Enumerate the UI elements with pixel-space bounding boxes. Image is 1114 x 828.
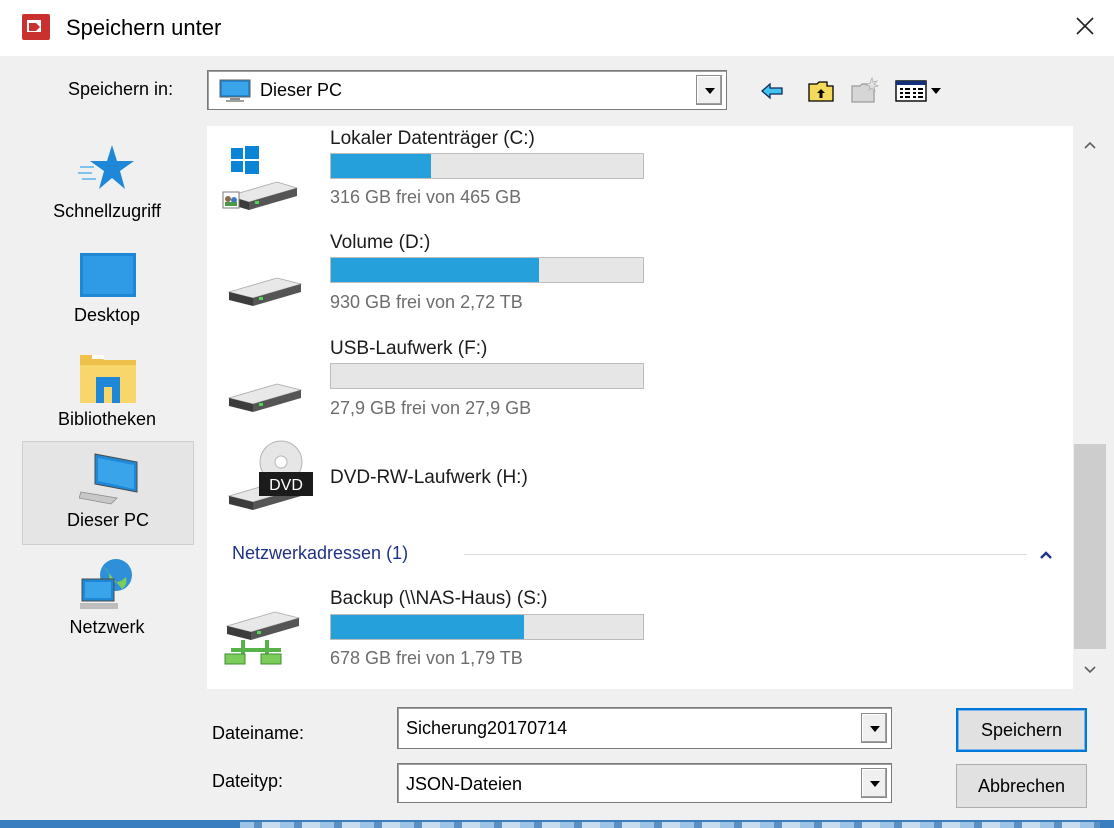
place-libraries[interactable]: Bibliotheken xyxy=(22,341,194,445)
lookin-dropdown-button[interactable] xyxy=(696,75,722,105)
drive-usage-bar xyxy=(330,257,644,283)
chevron-down-icon xyxy=(870,781,880,787)
system-drive-icon xyxy=(222,146,299,210)
place-label: Dieser PC xyxy=(66,510,150,530)
place-desktop[interactable]: Desktop xyxy=(22,237,194,341)
up-folder-icon[interactable] xyxy=(807,79,835,103)
back-arrow-icon[interactable] xyxy=(760,82,784,100)
place-quick-access[interactable]: Schnellzugriff xyxy=(22,133,194,237)
window-title: Speichern unter xyxy=(66,15,222,40)
drive-item-h[interactable]: DVD DVD-RW-Laufwerk (H:) xyxy=(207,438,1073,524)
filetype-select[interactable]: JSON-Dateien xyxy=(397,763,892,803)
file-list[interactable]: Lokaler Datenträger (C:) 316 GB frei von… xyxy=(207,126,1073,689)
computer-icon xyxy=(79,453,138,505)
star-icon xyxy=(78,145,134,189)
drive-usage-fill xyxy=(331,615,525,639)
place-label: Bibliotheken xyxy=(57,409,157,429)
drive-name: Lokaler Datenträger (C:) xyxy=(330,128,535,149)
network-icon xyxy=(80,559,132,609)
drive-free-space: 930 GB frei von 2,72 TB xyxy=(330,292,523,312)
save-button[interactable]: Speichern xyxy=(956,708,1087,752)
close-button[interactable] xyxy=(1062,6,1108,46)
chevron-down-icon xyxy=(705,88,715,94)
library-icon xyxy=(80,355,136,403)
place-label: Netzwerk xyxy=(69,617,145,637)
scroll-down-button[interactable] xyxy=(1073,651,1107,689)
chevron-down-icon xyxy=(870,726,880,732)
chevron-up-icon xyxy=(1084,141,1096,149)
place-label: Desktop xyxy=(73,305,141,325)
drive-usage-fill xyxy=(331,154,431,178)
drive-item-c[interactable]: Lokaler Datenträger (C:) 316 GB frei von… xyxy=(207,126,1073,226)
filename-label: Dateiname: xyxy=(212,723,305,743)
place-this-pc[interactable]: Dieser PC xyxy=(22,441,194,545)
chevron-down-icon xyxy=(1084,666,1096,674)
group-divider xyxy=(464,554,1027,555)
usb-drive-icon xyxy=(227,383,303,412)
drive-free-space: 316 GB frei von 465 GB xyxy=(330,187,522,207)
lookin-label: Speichern in: xyxy=(68,79,174,99)
drive-free-space: 678 GB frei von 1,79 TB xyxy=(330,648,523,668)
vertical-scrollbar[interactable] xyxy=(1073,126,1107,689)
background-window-edge-detail xyxy=(240,822,1100,828)
cancel-button[interactable]: Abbrechen xyxy=(956,764,1087,808)
filetype-value: JSON-Dateien xyxy=(406,774,523,794)
filename-dropdown-button[interactable] xyxy=(861,713,887,743)
drive-usage-bar xyxy=(330,614,644,640)
drive-item-f[interactable]: USB-Laufwerk (F:) 27,9 GB frei von 27,9 … xyxy=(207,332,1073,438)
hard-drive-icon xyxy=(227,277,303,306)
drive-name: Backup (\\NAS-Haus) (S:) xyxy=(330,588,548,609)
desktop-icon xyxy=(80,253,136,297)
scroll-thumb[interactable] xyxy=(1074,444,1106,649)
drive-usage-fill xyxy=(331,258,540,282)
network-drive-icon xyxy=(224,611,301,665)
lookin-combo[interactable]: Dieser PC xyxy=(207,70,727,110)
drive-name: USB-Laufwerk (F:) xyxy=(330,338,488,359)
app-icon xyxy=(22,14,50,40)
new-folder-icon[interactable] xyxy=(850,76,880,104)
filename-field[interactable]: Sicherung20170714 xyxy=(397,707,892,749)
close-icon xyxy=(1076,17,1094,35)
filetype-label: Dateityp: xyxy=(212,771,284,791)
drive-usage-bar xyxy=(330,153,644,179)
dvd-drive-icon: DVD xyxy=(227,440,313,510)
group-header-network-locations[interactable]: Netzwerkadressen (1) xyxy=(232,543,408,564)
drive-item-s[interactable]: Backup (\\NAS-Haus) (S:) 678 GB frei von… xyxy=(207,584,1073,684)
place-label: Schnellzugriff xyxy=(53,201,161,221)
computer-small-icon xyxy=(219,79,251,102)
scroll-up-button[interactable] xyxy=(1073,126,1107,164)
drive-free-space: 27,9 GB frei von 27,9 GB xyxy=(330,398,532,418)
drive-name: Volume (D:) xyxy=(330,232,431,253)
filetype-dropdown-button[interactable] xyxy=(861,768,887,798)
drive-item-d[interactable]: Volume (D:) 930 GB frei von 2,72 TB xyxy=(207,226,1073,332)
dvd-label: DVD xyxy=(269,477,303,494)
view-menu-icon[interactable] xyxy=(895,80,947,102)
chevron-up-icon[interactable] xyxy=(1039,550,1053,560)
filename-value: Sicherung20170714 xyxy=(406,718,568,738)
drive-name: DVD-RW-Laufwerk (H:) xyxy=(330,467,528,488)
lookin-value: Dieser PC xyxy=(260,80,343,100)
place-network[interactable]: Netzwerk xyxy=(22,549,194,653)
drive-usage-bar xyxy=(330,363,644,389)
